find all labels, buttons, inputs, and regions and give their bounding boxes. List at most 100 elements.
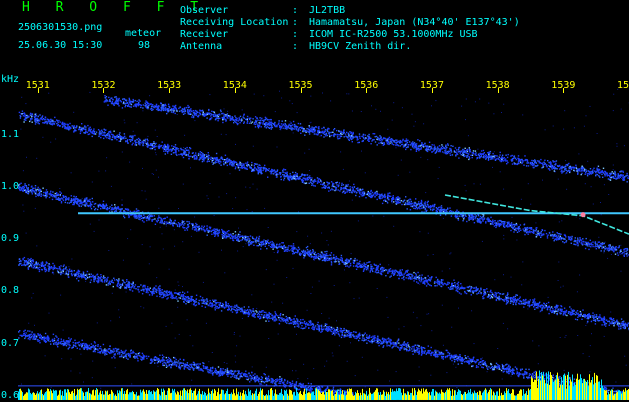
drift-band-dot: [38, 187, 39, 188]
drift-band-dot: [123, 211, 124, 212]
drift-band-dot: [195, 155, 196, 156]
drift-band-dot: [625, 248, 626, 249]
drift-band-dot: [538, 305, 539, 306]
drift-band-dot: [483, 291, 484, 292]
drift-band-dot: [243, 167, 244, 168]
drift-band-dot: [587, 314, 588, 315]
drift-band-dot: [176, 298, 177, 299]
drift-band-dot: [60, 121, 61, 122]
drift-band-dot: [499, 220, 500, 221]
drift-band-dot: [504, 223, 505, 224]
drift-band-dot: [318, 255, 319, 256]
drift-band-dot: [451, 215, 452, 216]
drift-band-dot: [402, 269, 403, 270]
drift-band-dot: [448, 287, 449, 288]
drift-band-dot: [558, 377, 559, 378]
drift-band-dot: [508, 366, 509, 367]
drift-band-dot: [411, 201, 412, 202]
drift-band-dot: [548, 313, 549, 314]
drift-band-dot: [627, 248, 628, 249]
drift-band-dot: [251, 241, 252, 242]
drift-band-dot: [115, 206, 116, 207]
drift-band-dot: [245, 168, 246, 169]
drift-band-dot: [403, 277, 404, 278]
drift-band-dot: [408, 273, 409, 274]
drift-band-dot: [130, 214, 131, 215]
drift-band-dot: [185, 152, 186, 153]
drift-band-dot: [609, 247, 610, 248]
drift-band-dot: [214, 157, 215, 158]
drift-band-dot: [45, 197, 46, 198]
drift-band-dot: [174, 149, 175, 150]
drift-band-dot: [102, 208, 103, 209]
drift-band-dot: [285, 249, 286, 250]
drift-band-dot: [30, 119, 31, 120]
drift-band-dot: [26, 264, 27, 265]
drift-band-dot: [138, 217, 139, 218]
drift-band-dot: [327, 260, 328, 261]
drift-band-dot: [90, 206, 91, 207]
drift-band-dot: [421, 354, 422, 355]
drift-band-dot: [468, 217, 469, 218]
drift-band-dot: [449, 288, 450, 289]
drift-band-dot: [554, 306, 555, 307]
drift-band-dot: [66, 197, 67, 198]
drift-band-dot: [528, 234, 529, 235]
drift-band-dot: [142, 220, 143, 221]
frequency-tick-label: 0.6: [1, 390, 19, 402]
drift-band-dot: [161, 221, 162, 222]
drift-band-dot: [46, 270, 47, 271]
drift-band-dot: [274, 311, 275, 312]
drift-band-dot: [307, 179, 308, 180]
frequency-tick-label: 1.0: [1, 181, 19, 193]
drift-band-dot: [399, 198, 400, 199]
drift-band-dot: [206, 154, 207, 155]
drift-band-dot: [39, 267, 40, 268]
drift-band-dot: [368, 192, 369, 193]
drift-band-dot: [39, 114, 40, 115]
drift-band-dot: [606, 247, 607, 248]
drift-band-dot: [479, 218, 480, 219]
drift-band-dot: [373, 195, 374, 196]
drift-band-dot: [42, 122, 43, 123]
drift-band-dot: [421, 203, 422, 204]
drift-band-dot: [106, 137, 107, 138]
drift-band-dot: [383, 200, 384, 201]
drift-band-dot: [423, 281, 424, 282]
drift-band-dot: [361, 195, 362, 196]
drift-band-dot: [260, 170, 261, 171]
drift-band-dot: [531, 228, 532, 229]
drift-band-dot: [494, 368, 495, 369]
drift-band-dot: [70, 200, 71, 201]
drift-band-dot: [111, 205, 112, 206]
drift-band-dot: [215, 309, 216, 310]
drift-band-dot: [183, 294, 184, 295]
drift-band-dot: [312, 249, 313, 250]
drift-band-dot: [518, 227, 519, 228]
drift-band-dot: [299, 249, 300, 250]
drift-band-dot: [220, 302, 221, 303]
drift-band-dot: [418, 348, 419, 349]
drift-band-dot: [417, 272, 418, 273]
drift-band-dot: [577, 238, 578, 239]
drift-band-dot: [26, 115, 27, 116]
drift-band-dot: [289, 180, 290, 181]
drift-band-dot: [377, 199, 378, 200]
drift-band-dot: [76, 127, 77, 128]
drift-band-dot: [122, 208, 123, 209]
drift-band-dot: [284, 247, 285, 248]
drift-band-dot: [335, 182, 336, 183]
drift-band-dot: [394, 344, 395, 345]
drift-band-dot: [348, 266, 349, 267]
drift-band-dot: [510, 224, 511, 225]
drift-band-dot: [556, 305, 557, 306]
drift-band-dot: [290, 177, 291, 178]
drift-band-dot: [366, 262, 367, 263]
drift-band-dot: [560, 236, 561, 237]
drift-band-dot: [228, 230, 229, 231]
drift-band-dot: [483, 297, 484, 298]
drift-band-dot: [48, 121, 49, 122]
drift-band-dot: [262, 242, 263, 243]
drift-band-dot: [81, 128, 82, 129]
drift-band-dot: [220, 161, 221, 162]
